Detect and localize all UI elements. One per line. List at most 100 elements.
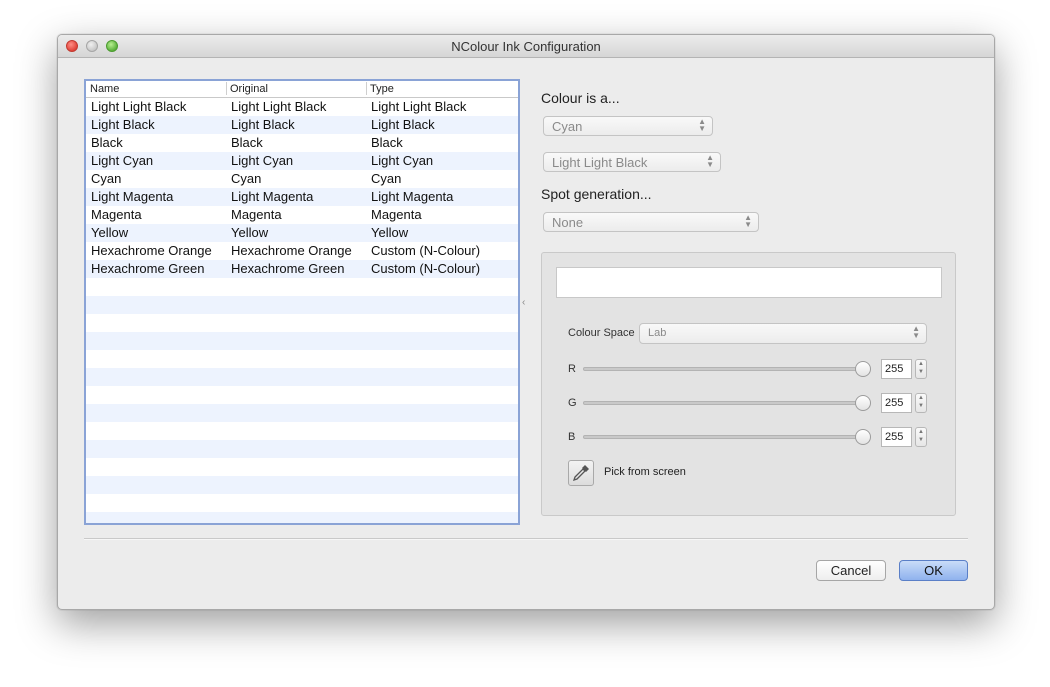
channel-g-stepper[interactable]: ▲ ▼: [915, 393, 927, 413]
table-cell-name: Yellow: [91, 225, 129, 240]
column-header-original[interactable]: Original: [230, 83, 268, 95]
table-row[interactable]: Hexachrome Green Hexachrome Green Custom (…: [86, 260, 518, 278]
colour-ink-popup[interactable]: Light Light Black ▲ ▼: [543, 152, 721, 172]
table-cell-name: Magenta: [91, 207, 142, 222]
table-cell-name: Hexachrome Orange: [91, 243, 212, 258]
empty-row: [86, 368, 518, 386]
channel-b-slider-knob[interactable]: [855, 429, 871, 445]
table-header: Name Original Type: [86, 81, 518, 98]
empty-row: [86, 458, 518, 476]
cancel-button[interactable]: Cancel: [816, 560, 886, 581]
channel-b-stepper[interactable]: ▲ ▼: [915, 427, 927, 447]
spot-generation-value: None: [552, 215, 584, 230]
table-cell-original: Cyan: [231, 171, 262, 186]
ok-button[interactable]: OK: [899, 560, 968, 581]
popup-arrows-icon: ▲ ▼: [706, 153, 714, 169]
table-cell-type: Light Cyan: [371, 153, 434, 168]
window-title: NColour Ink Configuration: [451, 39, 601, 54]
table-row[interactable]: Light Black Light Black Light Black: [86, 116, 518, 134]
channel-b-label: B: [568, 431, 576, 443]
table-cell-original: Yellow: [231, 225, 269, 240]
table-row[interactable]: Light Cyan Light Cyan Light Cyan: [86, 152, 518, 170]
table-row[interactable]: Black Black Black: [86, 134, 518, 152]
table-cell-type: Light Light Black: [371, 99, 467, 114]
spot-generation-popup[interactable]: None ▲ ▼: [543, 212, 759, 232]
colour-ink-value: Light Light Black: [552, 155, 648, 170]
table-cell-type: Light Black: [371, 117, 435, 132]
channel-g-field[interactable]: 255: [881, 393, 912, 413]
channel-g-slider-knob[interactable]: [855, 395, 871, 411]
table-cell-name: Light Magenta: [91, 189, 174, 204]
split-view-handle[interactable]: ‹: [522, 297, 525, 308]
pick-from-screen-label: Pick from screen: [604, 466, 686, 478]
channel-r-slider-knob[interactable]: [855, 361, 871, 377]
table-row[interactable]: Yellow Yellow Yellow: [86, 224, 518, 242]
table-cell-original: Light Light Black: [231, 99, 327, 114]
table-cell-original: Light Black: [231, 117, 295, 132]
channel-b-slider[interactable]: [583, 429, 871, 445]
colour-space-popup[interactable]: Lab ▲ ▼: [639, 323, 927, 344]
ink-table[interactable]: Name Original Type Light Light Black Ligh…: [84, 79, 520, 525]
table-cell-name: Light Black: [91, 117, 155, 132]
table-row[interactable]: Cyan Cyan Cyan: [86, 170, 518, 188]
table-cell-type: Black: [371, 135, 403, 150]
colour-swatch: [556, 267, 942, 298]
column-divider: [366, 82, 367, 95]
table-cell-name: Hexachrome Green: [91, 261, 205, 276]
dialog-window: NColour Ink Configuration Name Original …: [57, 34, 995, 610]
empty-row: [86, 440, 518, 458]
colour-space-value: Lab: [648, 327, 667, 339]
table-cell-type: Magenta: [371, 207, 422, 222]
table-cell-original: Light Cyan: [231, 153, 294, 168]
empty-row: [86, 512, 518, 523]
table-cell-name: Light Cyan: [91, 153, 154, 168]
channel-r-label: R: [568, 363, 576, 375]
table-row[interactable]: Light Light Black Light Light Black Light …: [86, 98, 518, 116]
table-cell-original: Magenta: [231, 207, 282, 222]
empty-row: [86, 314, 518, 332]
channel-r-stepper[interactable]: ▲ ▼: [915, 359, 927, 379]
empty-row: [86, 332, 518, 350]
pick-from-screen-button[interactable]: [568, 460, 594, 486]
colour-is-label: Colour is a...: [541, 90, 620, 106]
table-cell-name: Light Light Black: [91, 99, 187, 114]
popup-arrows-icon: ▲ ▼: [912, 324, 920, 340]
eyedropper-icon: [572, 465, 589, 482]
popup-arrows-icon: ▲ ▼: [698, 117, 706, 133]
table-cell-type: Custom (N-Colour): [371, 261, 481, 276]
table-row[interactable]: Magenta Magenta Magenta: [86, 206, 518, 224]
column-header-type[interactable]: Type: [370, 83, 394, 95]
empty-row: [86, 422, 518, 440]
channel-r-slider[interactable]: [583, 361, 871, 377]
table-cell-type: Light Magenta: [371, 189, 454, 204]
popup-arrows-icon: ▲ ▼: [744, 213, 752, 229]
colour-space-label: Colour Space: [568, 327, 635, 339]
spot-generation-label: Spot generation...: [541, 186, 652, 202]
table-cell-type: Custom (N-Colour): [371, 243, 481, 258]
empty-row: [86, 350, 518, 368]
title-bar: NColour Ink Configuration: [58, 35, 994, 58]
colour-type-popup[interactable]: Cyan ▲ ▼: [543, 116, 713, 136]
channel-b-field[interactable]: 255: [881, 427, 912, 447]
table-cell-original: Light Magenta: [231, 189, 314, 204]
table-row[interactable]: Hexachrome Orange Hexachrome Orange Custom…: [86, 242, 518, 260]
table-cell-name: Cyan: [91, 171, 122, 186]
table-row[interactable]: Light Magenta Light Magenta Light Magenta: [86, 188, 518, 206]
table-cell-original: Hexachrome Orange: [231, 243, 352, 258]
table-cell-original: Black: [231, 135, 263, 150]
table-cell-type: Cyan: [371, 171, 402, 186]
empty-row: [86, 296, 518, 314]
empty-row: [86, 278, 518, 296]
channel-g-slider[interactable]: [583, 395, 871, 411]
button-divider: [84, 538, 968, 540]
table-cell-type: Yellow: [371, 225, 409, 240]
channel-r-field[interactable]: 255: [881, 359, 912, 379]
empty-row: [86, 494, 518, 512]
column-divider: [226, 82, 227, 95]
empty-row: [86, 386, 518, 404]
channel-g-label: G: [568, 397, 577, 409]
table-body: Light Light Black Light Light Black Light …: [86, 98, 518, 523]
column-header-name[interactable]: Name: [90, 83, 119, 95]
empty-row: [86, 404, 518, 422]
table-cell-name: Black: [91, 135, 123, 150]
